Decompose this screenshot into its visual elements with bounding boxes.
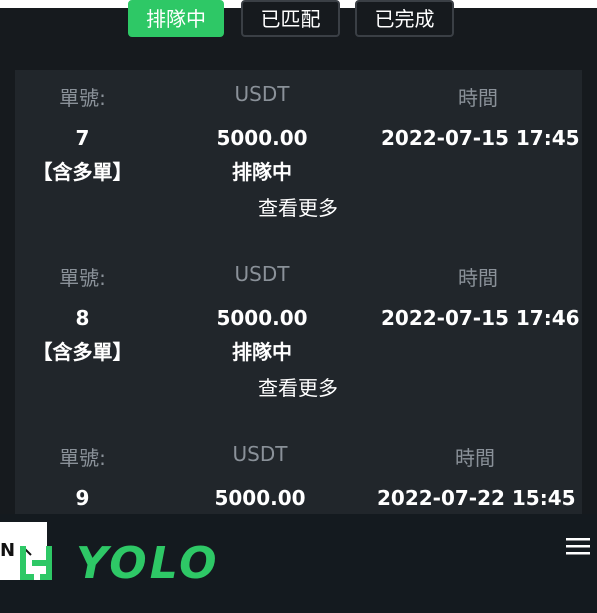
- time-header: 時間: [458, 86, 498, 110]
- footer-bar: N YOLO: [0, 514, 597, 613]
- order-card: 單號: USDT 時間 8 5000.00 2022-07-15 17:46 【…: [15, 250, 582, 430]
- order-id: 7: [75, 126, 90, 150]
- order-id: 8: [75, 306, 90, 330]
- order-time: 2022-07-15 17:45: [381, 126, 580, 150]
- hamburger-menu-icon[interactable]: [566, 536, 590, 556]
- tab-matched[interactable]: 已匹配: [241, 0, 340, 37]
- tab-completed[interactable]: 已完成: [355, 0, 454, 37]
- view-more-link[interactable]: 查看更多: [233, 192, 363, 221]
- order-amount: 5000.00: [214, 486, 306, 510]
- amount-header: USDT: [232, 442, 288, 466]
- order-time: 2022-07-15 17:46: [381, 306, 580, 330]
- time-header: 時間: [455, 446, 495, 470]
- order-time: 2022-07-22 15:45: [377, 486, 576, 510]
- order-status: 排隊中: [232, 160, 292, 184]
- view-more-link[interactable]: 查看更多: [233, 372, 363, 401]
- order-card: 單號: USDT 時間 9 5000.00 2022-07-22 15:45: [15, 430, 582, 520]
- status-tabs: 排隊中 已匹配 已完成: [0, 0, 597, 40]
- order-status: 排隊中: [232, 340, 292, 364]
- order-card: 單號: USDT 時間 7 5000.00 2022-07-15 17:45 【…: [15, 70, 582, 250]
- order-tag: 【含多單】: [32, 160, 133, 184]
- amount-header: USDT: [234, 82, 290, 106]
- logo-text: YOLO: [76, 538, 220, 589]
- order-tag: 【含多單】: [32, 340, 133, 364]
- order-list: 單號: USDT 時間 7 5000.00 2022-07-15 17:45 【…: [15, 70, 582, 520]
- order-id-header: 單號:: [59, 86, 106, 110]
- order-id: 9: [75, 486, 90, 510]
- logo-icon: [20, 546, 52, 580]
- order-amount: 5000.00: [216, 306, 308, 330]
- order-id-header: 單號:: [59, 266, 106, 290]
- order-amount: 5000.00: [216, 126, 308, 150]
- language-label: N: [0, 540, 16, 561]
- time-header: 時間: [458, 266, 498, 290]
- tab-queued[interactable]: 排隊中: [128, 0, 224, 37]
- order-id-header: 單號:: [59, 446, 106, 470]
- amount-header: USDT: [234, 262, 290, 286]
